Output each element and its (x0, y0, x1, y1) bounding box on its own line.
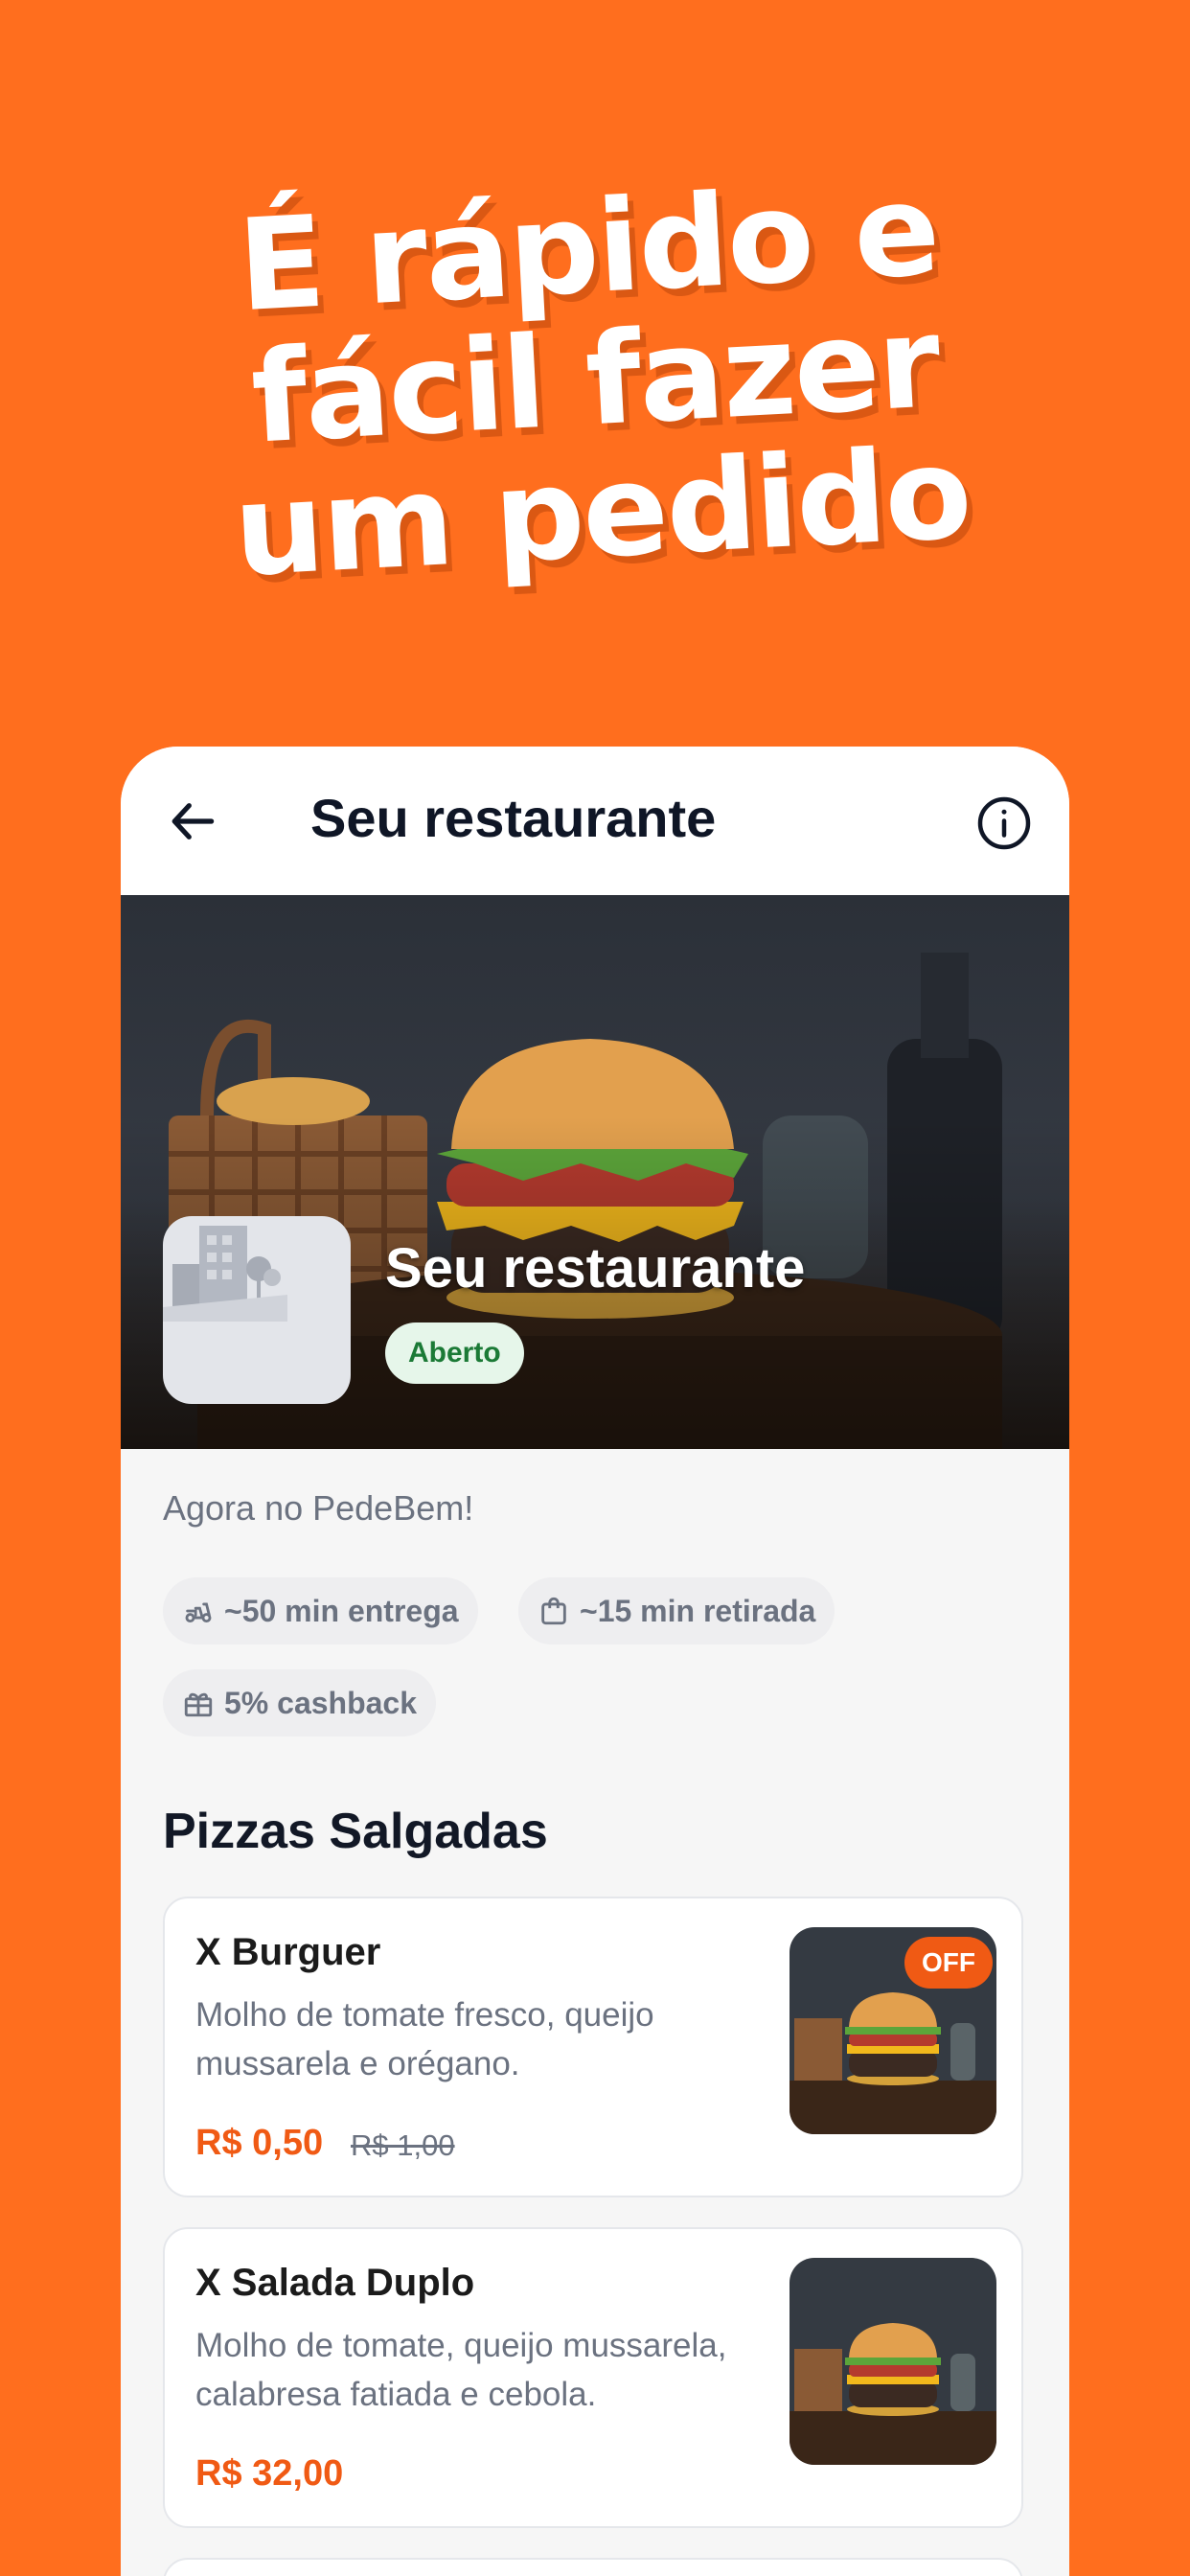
restaurant-cover: Seu restaurante Aberto (121, 895, 1069, 1449)
shopping-bag-icon (541, 1597, 566, 1625)
delivery-time-chip: ~50 min entrega (163, 1577, 478, 1644)
product-name: X Salada Duplo (195, 2262, 475, 2304)
phone-screen: Seu restaurante Seu restaurante Aberto A… (121, 747, 1069, 2576)
building-icon (163, 1226, 287, 1322)
arrow-left-icon (172, 803, 215, 840)
pickup-time-chip: ~15 min retirada (518, 1577, 835, 1644)
info-icon (977, 796, 1031, 850)
product-description: Molho de tomate fresco, queijo mussarela… (195, 1996, 654, 2082)
product-price: R$ 32,00 (195, 2453, 344, 2494)
menu-section-title: Pizzas Salgadas (163, 1804, 548, 1859)
restaurant-name: Seu restaurante (385, 1237, 806, 1300)
discount-badge: OFF (904, 1937, 993, 1989)
restaurant-description: Agora no PedeBem! (163, 1488, 474, 1528)
product-image (790, 2258, 996, 2465)
top-app-bar: Seu restaurante (121, 747, 1069, 895)
restaurant-logo (163, 1216, 351, 1404)
product-card[interactable]: X Salada Duplo Molho de tomate, queijo m… (163, 2227, 1023, 2528)
product-price: R$ 0,50 (195, 2123, 324, 2163)
info-button[interactable] (975, 794, 1033, 852)
back-button[interactable] (167, 794, 220, 848)
product-image: OFF (790, 1927, 996, 2134)
gift-icon (184, 1692, 213, 1717)
cashback-label: 5% cashback (224, 1685, 418, 1720)
burger-thumbnail (790, 2258, 996, 2465)
status-badge: Aberto (385, 1322, 524, 1384)
cashback-chip: 5% cashback (163, 1669, 437, 1736)
product-name: X Burguer (195, 1931, 381, 1973)
product-card-partial[interactable] (163, 2558, 1023, 2576)
product-old-price: R$ 1,00 (351, 2128, 455, 2162)
promo-headline: É rápido e fácil fazer um pedido (0, 151, 1190, 610)
product-description: Molho de tomate, queijo mussarela, calab… (195, 2327, 727, 2413)
scooter-icon (185, 1602, 212, 1623)
delivery-time-label: ~50 min entrega (224, 1593, 459, 1628)
page-title: Seu restaurante (310, 788, 717, 848)
pickup-time-label: ~15 min retirada (580, 1593, 816, 1628)
product-card[interactable]: X Burguer Molho de tomate fresco, queijo… (163, 1897, 1023, 2197)
